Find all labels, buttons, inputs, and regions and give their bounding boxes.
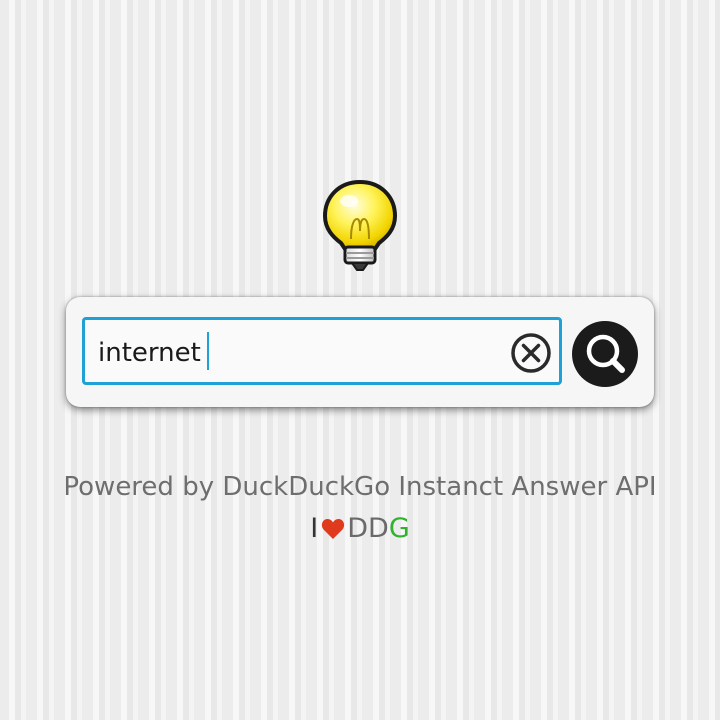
search-panel: internet [66,297,654,407]
powered-by-text: Powered by DuckDuckGo Instanct Answer AP… [63,472,657,502]
search-button[interactable] [572,321,638,387]
lightbulb-icon [322,179,398,271]
heart-icon [322,519,345,539]
ddg-g-text: G [388,513,410,544]
love-prefix: I [310,513,319,544]
search-input-value[interactable]: internet [98,336,201,370]
ddg-dd-text: DD [347,513,389,544]
love-ddg-badge: I DDG [0,512,720,546]
magnifier-icon [586,334,625,373]
text-caret [207,332,209,370]
search-input[interactable]: internet [82,317,562,385]
clear-x-circle-icon[interactable] [509,331,553,375]
